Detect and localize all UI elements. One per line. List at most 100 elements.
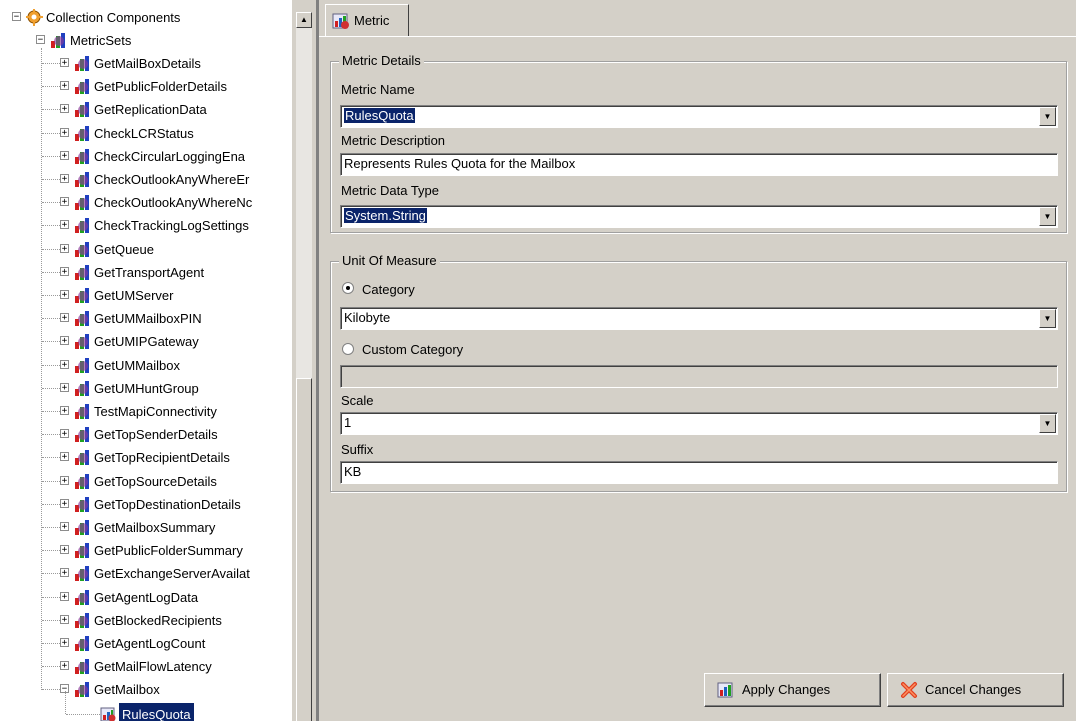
tree-item[interactable]: + GetTopDestinationDetails	[0, 493, 290, 516]
tab-divider	[319, 36, 1076, 37]
tree-item[interactable]: + GetUMIPGateway	[0, 330, 290, 353]
tree-item[interactable]: + GetTopSourceDetails	[0, 470, 290, 493]
custom-category-radio[interactable]	[342, 343, 354, 355]
tree-item[interactable]: + GetUMMailboxPIN	[0, 307, 290, 330]
tree-item[interactable]: + GetReplicationData	[0, 98, 290, 121]
tree-item[interactable]: + CheckCircularLoggingEna	[0, 145, 290, 168]
tree-item[interactable]: + GetTopRecipientDetails	[0, 446, 290, 469]
custom-category-label[interactable]: Custom Category	[362, 342, 463, 357]
expand-icon[interactable]: +	[60, 336, 69, 346]
tree-item[interactable]: + GetUMHuntGroup	[0, 377, 290, 400]
scroll-thumb[interactable]	[296, 378, 312, 721]
metricset-icon	[75, 288, 89, 303]
metricset-icon	[75, 381, 89, 396]
metricset-icon	[75, 102, 89, 117]
expand-icon[interactable]: +	[60, 592, 69, 602]
metric-datatype-combo[interactable]: System.String ▼	[340, 205, 1058, 228]
metric-description-field[interactable]: Represents Rules Quota for the Mailbox	[340, 153, 1058, 176]
tree-item[interactable]: + GetTransportAgent	[0, 261, 290, 284]
expand-icon[interactable]: +	[60, 128, 69, 138]
tree-guide-line	[66, 714, 102, 715]
expand-icon[interactable]: +	[60, 244, 69, 254]
tree-item[interactable]: + GetAgentLogCount	[0, 632, 290, 655]
tree-guide-line	[42, 156, 60, 157]
tree-item[interactable]: + GetUMMailbox	[0, 354, 290, 377]
tree-item[interactable]: + GetQueue	[0, 238, 290, 261]
expand-icon[interactable]: +	[60, 81, 69, 91]
tree-item[interactable]: + GetPublicFolderDetails	[0, 75, 290, 98]
tree-item[interactable]: + GetMailBoxDetails	[0, 52, 290, 75]
expand-icon[interactable]: +	[60, 197, 69, 207]
tree-item[interactable]: + TestMapiConnectivity	[0, 400, 290, 423]
tree-item-label: GetTopRecipientDetails	[94, 450, 230, 465]
expand-icon[interactable]: +	[60, 545, 69, 555]
expand-icon[interactable]: +	[60, 313, 69, 323]
metric-name-value: RulesQuota	[344, 108, 415, 123]
expand-icon[interactable]: +	[60, 104, 69, 114]
cancel-icon	[901, 682, 917, 698]
cancel-changes-button[interactable]: Cancel Changes	[887, 673, 1064, 707]
expand-icon[interactable]: +	[60, 568, 69, 578]
tree-item[interactable]: + CheckOutlookAnyWhereEr	[0, 168, 290, 191]
category-combo[interactable]: Kilobyte ▼	[340, 307, 1058, 330]
collapse-icon[interactable]: −	[36, 35, 45, 45]
tree-item[interactable]: + CheckTrackingLogSettings	[0, 214, 290, 237]
expand-icon[interactable]: +	[60, 267, 69, 277]
metric-datatype-label: Metric Data Type	[341, 183, 440, 198]
metricset-icon	[75, 450, 89, 465]
expand-icon[interactable]: +	[60, 452, 69, 462]
apply-changes-button[interactable]: Apply Changes	[704, 673, 881, 707]
category-radio[interactable]	[342, 282, 354, 294]
tree-item-label: GetAgentLogData	[94, 590, 199, 605]
tree-item[interactable]: + GetPublicFolderSummary	[0, 539, 290, 562]
dropdown-arrow-icon[interactable]: ▼	[1039, 309, 1056, 328]
dropdown-arrow-icon[interactable]: ▼	[1039, 107, 1056, 126]
tree-guide-line	[42, 388, 60, 389]
expand-icon[interactable]: +	[60, 499, 69, 509]
expand-icon[interactable]: +	[60, 661, 69, 671]
tree-item[interactable]: + GetBlockedRecipients	[0, 609, 290, 632]
metricset-icon	[75, 613, 89, 628]
tree-guide-line	[42, 272, 60, 273]
expand-icon[interactable]: +	[60, 360, 69, 370]
tree-item-label: GetMailBoxDetails	[94, 56, 201, 71]
expand-icon[interactable]: +	[60, 58, 69, 68]
expand-icon[interactable]: +	[60, 290, 69, 300]
collapse-icon[interactable]: −	[12, 12, 21, 22]
expand-icon[interactable]: +	[60, 429, 69, 439]
tree-guide-line	[42, 179, 60, 180]
expand-icon[interactable]: +	[60, 615, 69, 625]
tree-item[interactable]: − GetMailbox	[0, 678, 290, 701]
dropdown-arrow-icon[interactable]: ▼	[1039, 414, 1056, 433]
expand-icon[interactable]: +	[60, 406, 69, 416]
expand-icon[interactable]: +	[60, 220, 69, 230]
metric-name-combo[interactable]: RulesQuota ▼	[340, 105, 1058, 128]
tree-item[interactable]: + CheckLCRStatus	[0, 122, 290, 145]
tree-leaf-selected[interactable]: RulesQuota	[0, 691, 290, 721]
expand-icon[interactable]: +	[60, 151, 69, 161]
tree-item-label: GetReplicationData	[94, 102, 207, 117]
tree-metricsets-row[interactable]: − MetricSets	[0, 29, 290, 52]
tree-item[interactable]: + GetMailFlowLatency	[0, 655, 290, 678]
tree-item[interactable]: + GetUMServer	[0, 284, 290, 307]
tree-item[interactable]: + GetMailboxSummary	[0, 516, 290, 539]
tree-item[interactable]: + CheckOutlookAnyWhereNc	[0, 191, 290, 214]
tree-scrollbar[interactable]: ▲	[292, 0, 316, 721]
tree-root-row[interactable]: − Collection Components	[0, 6, 290, 29]
expand-icon[interactable]: +	[60, 638, 69, 648]
category-label[interactable]: Category	[362, 282, 415, 297]
tree-item[interactable]: + GetAgentLogData	[0, 586, 290, 609]
scale-combo[interactable]: 1 ▼	[340, 412, 1058, 435]
tree-item[interactable]: + GetTopSenderDetails	[0, 423, 290, 446]
metric-tree[interactable]: − Collection Components − MetricSets + Ge…	[0, 0, 292, 721]
scroll-up-button[interactable]: ▲	[296, 12, 312, 28]
expand-icon[interactable]: +	[60, 174, 69, 184]
suffix-field[interactable]: KB	[340, 461, 1058, 484]
expand-icon[interactable]: +	[60, 522, 69, 532]
expand-icon[interactable]: +	[60, 476, 69, 486]
expand-icon[interactable]: +	[60, 383, 69, 393]
dropdown-arrow-icon[interactable]: ▼	[1039, 207, 1056, 226]
tab-metric[interactable]: Metric	[325, 4, 409, 37]
custom-category-field[interactable]	[340, 365, 1058, 388]
tree-item[interactable]: + GetExchangeServerAvailat	[0, 562, 290, 585]
